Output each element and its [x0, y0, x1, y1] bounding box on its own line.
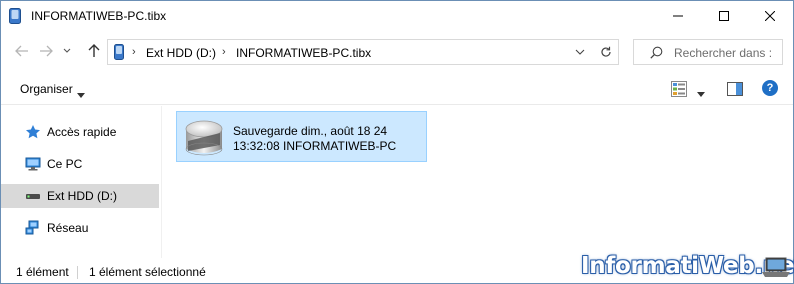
close-button[interactable]: [747, 1, 793, 31]
minimize-button[interactable]: [655, 1, 701, 31]
selection-count: 1 élément sélectionné: [89, 265, 206, 279]
maximize-button[interactable]: [701, 1, 747, 31]
breadcrumb-drive[interactable]: Ext HDD (D:): [146, 46, 216, 60]
help-button[interactable]: ?: [762, 80, 778, 96]
chevron-right-icon: ›: [222, 46, 226, 58]
drive-icon: [25, 188, 41, 204]
caret-down-icon: [77, 87, 85, 101]
address-bar[interactable]: › Ext HDD (D:) › INFORMATIWEB-PC.tibx: [107, 39, 619, 65]
nav-item-network[interactable]: Réseau: [1, 216, 159, 240]
item-count: 1 élément: [16, 265, 69, 279]
nav-label: Ce PC: [47, 157, 83, 171]
window-title: INFORMATIWEB-PC.tibx: [31, 9, 167, 23]
backup-disk-icon: [180, 115, 228, 159]
back-button[interactable]: [11, 39, 33, 63]
navigation-pane: Accès rapide Ce PC Ext HDD (D:) Réseau: [1, 106, 161, 258]
refresh-button[interactable]: [593, 39, 619, 65]
view-options-caret-icon[interactable]: [697, 86, 705, 100]
organize-button[interactable]: Organiser: [20, 82, 73, 96]
nav-item-quick-access[interactable]: Accès rapide: [1, 120, 159, 144]
file-name-line1: Sauvegarde dim., août 18 24: [233, 124, 388, 138]
breadcrumb-file[interactable]: INFORMATIWEB-PC.tibx: [236, 46, 371, 60]
explorer-window: INFORMATIWEB-PC.tibx › Ext HDD (D:) › IN…: [0, 0, 794, 284]
pane-divider[interactable]: [161, 106, 162, 258]
nav-label: Ext HDD (D:): [47, 189, 117, 203]
address-row: › Ext HDD (D:) › INFORMATIWEB-PC.tibx Re…: [1, 35, 793, 69]
status-divider: [77, 266, 78, 279]
laptop-icon: [761, 257, 791, 282]
change-view-button[interactable]: [671, 81, 687, 100]
forward-button[interactable]: [35, 39, 57, 63]
computer-icon: [25, 156, 41, 172]
watermark: InformatiWeb.net: [581, 251, 794, 283]
recent-locations-button[interactable]: [61, 39, 73, 63]
tibx-file-icon: [9, 8, 21, 24]
search-input[interactable]: Rechercher dans :: [633, 39, 783, 65]
chevron-right-icon: ›: [132, 46, 136, 58]
command-bar: Organiser ?: [1, 73, 793, 105]
search-placeholder: Rechercher dans :: [674, 46, 773, 60]
up-button[interactable]: [83, 39, 105, 63]
file-item[interactable]: Sauvegarde dim., août 18 24 13:32:08 INF…: [176, 111, 427, 162]
nav-label: Accès rapide: [47, 125, 117, 139]
drive-icon: [114, 44, 124, 60]
search-icon: [650, 46, 663, 62]
nav-item-this-pc[interactable]: Ce PC: [1, 152, 159, 176]
nav-item-ext-hdd[interactable]: Ext HDD (D:): [1, 184, 159, 208]
nav-label: Réseau: [47, 221, 89, 235]
address-dropdown-button[interactable]: [570, 40, 590, 64]
file-name-line2: 13:32:08 INFORMATIWEB-PC: [233, 139, 397, 153]
star-icon: [25, 124, 41, 140]
preview-pane-button[interactable]: [727, 82, 743, 99]
title-bar: INFORMATIWEB-PC.tibx: [1, 1, 793, 31]
network-icon: [25, 220, 41, 236]
